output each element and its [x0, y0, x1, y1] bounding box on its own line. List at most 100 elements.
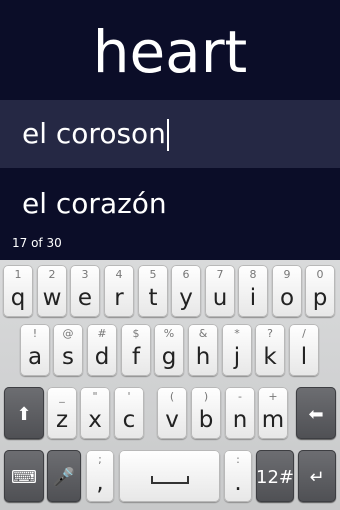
key-hint: 6	[182, 268, 190, 281]
comma-key[interactable]: ; ,	[86, 450, 114, 502]
prompt-word: heart	[92, 18, 248, 86]
key-label: 12#	[256, 467, 294, 488]
answer-input-row[interactable]: el coroson	[0, 100, 340, 168]
key-label: d	[94, 344, 110, 370]
key-hint: 2	[48, 268, 56, 281]
key-hint: ?	[267, 327, 273, 340]
mic-key[interactable]: 🎤	[47, 450, 81, 502]
key-j[interactable]: * j	[222, 324, 252, 376]
backspace-key[interactable]: ⬅	[296, 387, 336, 439]
enter-key[interactable]: ↵	[298, 450, 336, 502]
key-hint: %	[163, 327, 175, 340]
key-hint: 1	[14, 268, 22, 281]
key-label: n	[232, 407, 248, 433]
key-k[interactable]: ? k	[255, 324, 285, 376]
key-i[interactable]: 8 i	[238, 265, 268, 317]
key-label: v	[165, 407, 179, 433]
key-q[interactable]: 1 q	[3, 265, 33, 317]
key-a[interactable]: ! a	[20, 324, 50, 376]
key-label: s	[62, 344, 74, 370]
key-m[interactable]: + m	[258, 387, 288, 439]
key-hint: &	[198, 327, 208, 340]
shift-key[interactable]: ⬆	[4, 387, 44, 439]
key-label: o	[279, 285, 295, 311]
key-hint: 5	[149, 268, 157, 281]
key-hint: "	[92, 390, 98, 403]
space-key[interactable]	[119, 450, 220, 502]
key-s[interactable]: @ s	[53, 324, 83, 376]
text-cursor	[166, 119, 169, 151]
key-hint: 9	[283, 268, 291, 281]
key-hint: /	[302, 327, 306, 340]
key-hint: $	[132, 327, 140, 340]
mic-icon: 🎤	[52, 467, 76, 488]
key-label: a	[27, 344, 43, 370]
key-z[interactable]: _ z	[47, 387, 77, 439]
key-hint: 4	[115, 268, 123, 281]
soft-keyboard: 1 q 2 w 3 e 4 r 5 t 6 y 7 u 8 i 9 o 0 p …	[0, 260, 340, 510]
key-hint: !	[32, 327, 38, 340]
key-label: t	[148, 285, 158, 311]
key-hint: 3	[81, 268, 89, 281]
key-d[interactable]: # d	[87, 324, 117, 376]
keyboard-switch-key[interactable]: ⌨	[4, 450, 44, 502]
key-l[interactable]: / l	[289, 324, 319, 376]
key-u[interactable]: 7 u	[205, 265, 235, 317]
key-label: w	[42, 285, 62, 311]
key-hint: *	[234, 327, 240, 340]
key-c[interactable]: ' c	[114, 387, 144, 439]
key-p[interactable]: 0 p	[305, 265, 335, 317]
key-w[interactable]: 2 w	[37, 265, 67, 317]
key-hint: _	[59, 390, 65, 403]
key-r[interactable]: 4 r	[104, 265, 134, 317]
key-hint: 0	[316, 268, 324, 281]
enter-icon: ↵	[309, 467, 325, 488]
key-hint: '	[127, 390, 131, 403]
key-label: m	[261, 407, 285, 433]
key-label: .	[234, 470, 242, 496]
key-label: i	[249, 285, 257, 311]
flashcard-screen: heart el coroson el corazón 17 of 30	[0, 0, 340, 260]
key-hint: 8	[249, 268, 257, 281]
key-label: y	[179, 285, 193, 311]
key-label: b	[198, 407, 214, 433]
answer-input-text: el coroson	[22, 117, 166, 150]
key-label: r	[114, 285, 124, 311]
key-h[interactable]: & h	[188, 324, 218, 376]
key-n[interactable]: - n	[225, 387, 255, 439]
key-label: h	[195, 344, 211, 370]
key-f[interactable]: $ f	[121, 324, 151, 376]
key-y[interactable]: 6 y	[171, 265, 201, 317]
backspace-icon: ⬅	[308, 404, 324, 425]
key-hint: #	[97, 327, 107, 340]
key-hint: -	[238, 390, 242, 403]
key-t[interactable]: 5 t	[138, 265, 168, 317]
key-label: ,	[96, 470, 104, 496]
key-label: u	[212, 285, 228, 311]
key-label: j	[233, 344, 241, 370]
key-label: k	[263, 344, 277, 370]
key-g[interactable]: % g	[154, 324, 184, 376]
key-hint: 7	[216, 268, 224, 281]
key-b[interactable]: ) b	[191, 387, 221, 439]
key-hint: (	[169, 390, 175, 403]
shift-icon: ⬆	[16, 404, 32, 425]
symbols-key[interactable]: 12#	[256, 450, 294, 502]
answer-input[interactable]: el coroson	[22, 100, 169, 168]
key-label: f	[131, 344, 141, 370]
correct-answer: el corazón	[22, 187, 167, 220]
space-icon	[150, 476, 189, 484]
key-hint: +	[268, 390, 278, 403]
key-label: g	[161, 344, 177, 370]
key-o[interactable]: 9 o	[272, 265, 302, 317]
key-label: e	[77, 285, 93, 311]
key-label: l	[300, 344, 308, 370]
key-label: z	[55, 407, 69, 433]
key-v[interactable]: ( v	[157, 387, 187, 439]
keyboard-icon: ⌨	[11, 467, 37, 488]
key-e[interactable]: 3 e	[70, 265, 100, 317]
key-hint: @	[62, 327, 74, 340]
key-hint: :	[236, 453, 240, 466]
period-key[interactable]: : .	[224, 450, 252, 502]
key-x[interactable]: " x	[80, 387, 110, 439]
